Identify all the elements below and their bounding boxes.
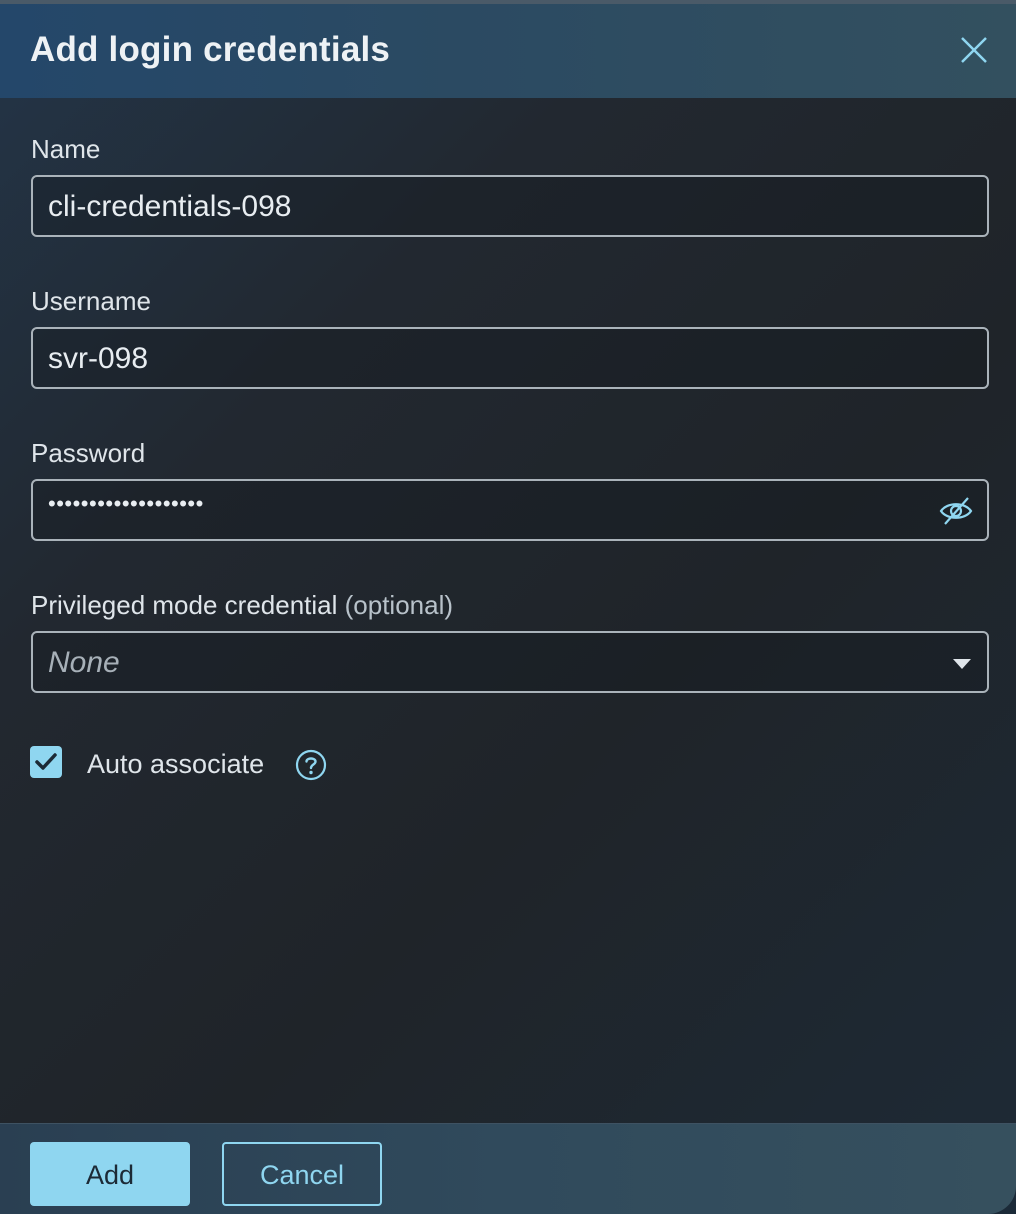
chevron-down-icon — [953, 659, 971, 669]
eye-slash-icon — [939, 497, 973, 525]
dialog-footer: Add Cancel — [0, 1123, 1016, 1214]
privileged-mode-select[interactable]: None — [31, 631, 989, 693]
name-input[interactable]: cli-credentials-098 — [31, 175, 989, 237]
username-input-value: svr-098 — [48, 342, 149, 375]
name-input-value: cli-credentials-098 — [48, 190, 292, 223]
close-icon — [961, 37, 987, 63]
privileged-mode-label-text: Privileged mode credential — [31, 590, 338, 620]
dialog-title: Add login credentials — [30, 30, 391, 69]
username-label: Username — [31, 286, 151, 316]
dialog-header: Add login credentials — [0, 4, 1016, 98]
privileged-mode-label: Privileged mode credential (optional) — [31, 590, 453, 621]
optional-hint: (optional) — [344, 590, 454, 620]
privileged-mode-selected-value: None — [48, 646, 120, 679]
cancel-button[interactable]: Cancel — [222, 1142, 382, 1206]
password-input-value: ••••••••••••••••••• — [48, 491, 204, 516]
add-credentials-dialog: Add login credentials Name cli-credentia… — [0, 0, 1016, 1214]
add-button[interactable]: Add — [30, 1142, 190, 1206]
username-input[interactable]: svr-098 — [31, 327, 989, 389]
auto-associate-checkbox[interactable] — [30, 746, 62, 778]
close-button[interactable] — [958, 34, 990, 66]
password-label: Password — [31, 438, 146, 468]
auto-associate-help-button[interactable] — [295, 749, 327, 781]
checkmark-icon — [35, 753, 57, 770]
help-icon — [295, 749, 327, 781]
password-input[interactable]: ••••••••••••••••••• — [31, 479, 989, 541]
toggle-password-visibility-button[interactable] — [939, 496, 973, 526]
name-label: Name — [31, 134, 101, 164]
auto-associate-label: Auto associate — [87, 749, 265, 779]
